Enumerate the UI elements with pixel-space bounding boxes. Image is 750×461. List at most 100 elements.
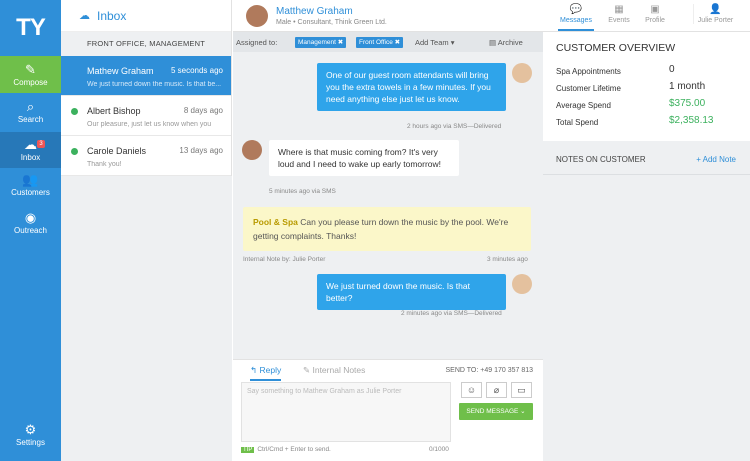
search-icon: ⌕ [26, 99, 35, 114]
compose-button[interactable]: ✎ Compose [0, 56, 61, 93]
reply-composer: ↰ Reply ✎ Internal Notes SEND TO: +49 17… [233, 359, 543, 461]
overview-label: Spa Appointments [556, 67, 621, 76]
user-menu[interactable]: 👤 Julie Porter [693, 4, 737, 24]
broadcast-icon: ◉ [24, 210, 37, 225]
archive-icon: ▤ [489, 38, 498, 47]
nav-search-label: Search [17, 115, 44, 124]
customer-overview: CUSTOMER OVERVIEW Spa Appointments 0 Cus… [543, 32, 750, 141]
pencil-icon: ✎ [25, 62, 36, 77]
list-item[interactable]: Mathew Graham 5 seconds ago We just turn… [61, 56, 231, 96]
divider [543, 174, 750, 175]
assigned-label: Assigned to: [236, 38, 278, 47]
overview-title: CUSTOMER OVERVIEW [556, 42, 676, 54]
send-tip: TIP Ctrl/Cmd + Enter to send. [241, 446, 331, 453]
team-section-header: FRONT OFFICE, MANAGEMENT [61, 32, 231, 56]
user-name: Julie Porter [697, 17, 734, 24]
conversation-header: Matthew Graham Male • Consultant, Think … [233, 0, 543, 32]
user-icon: 👤 [709, 4, 722, 15]
avatar [246, 5, 268, 27]
main-nav: TY ✎ Compose ⌕ Search ☁ 3 Inbox 👥 Custom… [0, 0, 61, 461]
message-bubble-outgoing: One of our guest room attendants will br… [317, 63, 506, 111]
conversation-list: ☁ Inbox FRONT OFFICE, MANAGEMENT Mathew … [61, 0, 232, 461]
message-preview: Thank you! [87, 161, 122, 168]
tab-messages[interactable]: 💬 Messages [556, 4, 596, 31]
nav-customers[interactable]: 👥 Customers [0, 172, 61, 206]
list-empty-area [61, 176, 232, 461]
conversation-pane: Matthew Graham Male • Consultant, Think … [233, 0, 543, 461]
add-note-link[interactable]: + Add Note [696, 155, 736, 164]
notes-title: NOTES ON CUSTOMER [556, 155, 646, 164]
tip-text: Ctrl/Cmd + Enter to send. [257, 446, 331, 453]
overview-value: 0 [669, 64, 675, 75]
message-meta: 2 hours ago via SMS—Delivered [407, 123, 502, 130]
archive-button[interactable]: ▤ Archive [489, 38, 523, 47]
nav-inbox[interactable]: ☁ 3 Inbox [0, 132, 61, 168]
compose-label: Compose [13, 78, 48, 87]
tip-badge: TIP [241, 447, 255, 453]
customer-avatar [242, 140, 262, 160]
panel-tabs: 💬 Messages ▦ Events ▣ Profile 👤 Julie Porter [543, 0, 750, 32]
overview-value: $2,358.13 [669, 115, 714, 126]
nav-inbox-label: Inbox [20, 153, 41, 162]
message-preview: We just turned down the music. Is that b… [87, 81, 222, 88]
tab-messages-label: Messages [560, 17, 592, 24]
timestamp: 8 days ago [183, 106, 223, 115]
app-window: TY ✎ Compose ⌕ Search ☁ 3 Inbox 👥 Custom… [0, 0, 750, 461]
contact-name-link[interactable]: Matthew Graham [276, 6, 353, 17]
tab-profile[interactable]: ▣ Profile [635, 4, 675, 24]
inbox-title: Inbox [97, 8, 127, 23]
contact-subtitle: Male • Consultant, Think Green Ltd. [276, 19, 387, 26]
chat-icon: 💬 [569, 4, 583, 15]
tab-profile-label: Profile [645, 17, 665, 24]
tab-events-label: Events [608, 17, 630, 24]
note-prefix: Pool & Spa [253, 217, 298, 227]
timestamp: 13 days ago [179, 146, 223, 155]
logo: TY [16, 14, 46, 41]
people-icon: 👥 [22, 172, 39, 187]
calendar-icon: ▦ [614, 4, 624, 15]
customer-panel: 💬 Messages ▦ Events ▣ Profile 👤 Julie Porter… [543, 0, 750, 461]
overview-label: Average Spend [556, 101, 612, 110]
nav-customers-label: Customers [11, 188, 50, 197]
timestamp: 5 seconds ago [170, 66, 223, 75]
add-team-dropdown[interactable]: Add Team ▾ [415, 38, 454, 47]
nav-outreach[interactable]: ◉ Outreach [0, 210, 61, 244]
overview-label: Total Spend [556, 118, 599, 127]
send-message-button[interactable]: SEND MESSAGE ⌄ [459, 403, 533, 420]
nav-search[interactable]: ⌕ Search [0, 96, 61, 130]
unread-dot [71, 108, 78, 115]
id-card-icon: ▣ [650, 4, 660, 15]
comment-icon[interactable]: ▭ [511, 382, 532, 398]
team-tag-management[interactable]: Management ✖ [295, 37, 347, 48]
unread-dot [71, 148, 78, 155]
list-item[interactable]: Carole Daniels 13 days ago Thank you! [61, 136, 231, 176]
nav-settings-label: Settings [16, 438, 45, 447]
inbox-header: ☁ Inbox [61, 0, 231, 32]
attach-icon[interactable]: ⌀ [486, 382, 507, 398]
agent-avatar [512, 63, 532, 83]
tab-reply[interactable]: ↰ Reply [250, 365, 282, 381]
nav-settings[interactable]: ⚙ Settings [0, 422, 61, 456]
send-to-number: SEND TO: +49 170 357 813 [445, 367, 534, 374]
overview-value: $375.00 [669, 98, 706, 109]
overview-label: Customer Lifetime [556, 84, 621, 93]
message-input[interactable]: Say something to Mathew Graham as Julie … [241, 382, 451, 442]
emoji-icon[interactable]: ☺ [461, 382, 482, 398]
message-meta: 2 minutes ago via SMS—Delivered [401, 310, 502, 317]
tab-events[interactable]: ▦ Events [599, 4, 639, 24]
nav-outreach-label: Outreach [14, 226, 47, 235]
message-preview: Our pleasure, just let us know when you [87, 121, 212, 128]
char-count: 0/1000 [429, 446, 449, 453]
message-bubble-incoming: Where is that music coming from? It's ve… [269, 140, 459, 176]
inbox-badge: 3 [37, 140, 45, 148]
gear-icon: ⚙ [24, 422, 37, 437]
list-item[interactable]: Albert Bishop 8 days ago Our pleasure, j… [61, 96, 231, 136]
inbox-icon: ☁ [79, 10, 90, 22]
team-tag-front-office[interactable]: Front Office ✖ [356, 37, 404, 48]
note-author: Internal Note by: Julie Porter [243, 256, 326, 263]
tab-internal-notes[interactable]: ✎ Internal Notes [303, 365, 365, 376]
note-time: 3 minutes ago [487, 256, 528, 263]
archive-label: Archive [497, 38, 523, 47]
overview-value: 1 month [669, 81, 706, 92]
assignment-bar: Assigned to: Management ✖ Front Office ✖… [233, 32, 543, 52]
